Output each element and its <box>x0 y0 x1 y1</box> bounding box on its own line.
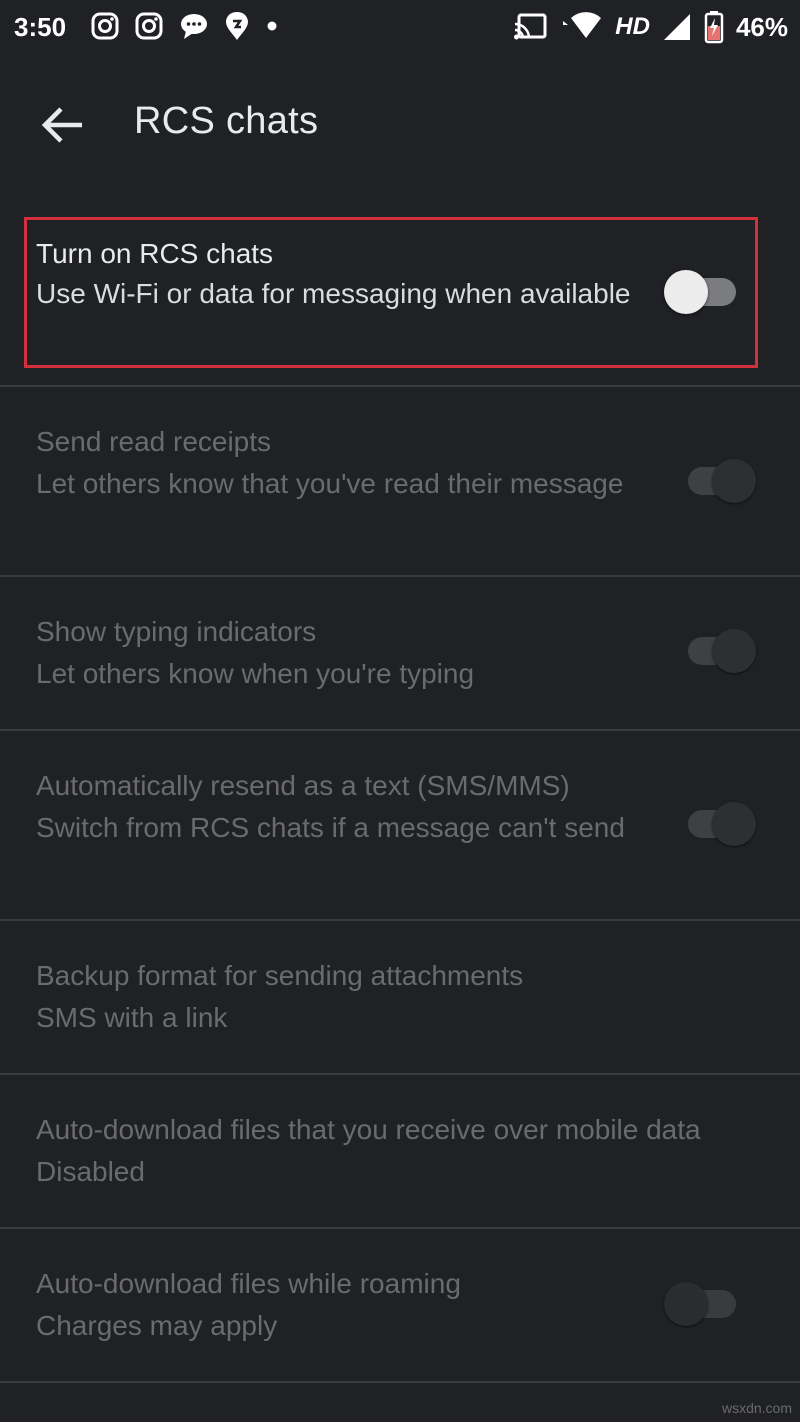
app-bar: RCS chats <box>0 56 800 196</box>
highlight-box <box>24 217 758 368</box>
page-title: RCS chats <box>134 100 319 142</box>
back-button[interactable] <box>36 102 88 148</box>
signal-icon <box>663 14 690 40</box>
arrow-back-icon <box>41 107 82 143</box>
setting-auto-download-mobile-data[interactable]: Auto-download files that you receive ove… <box>0 1075 800 1227</box>
setting-subtitle: Let others know when you're typing <box>36 658 475 689</box>
auto-resend-toggle[interactable] <box>684 800 760 846</box>
typing-indicators-toggle[interactable] <box>684 627 760 673</box>
cast-icon <box>514 13 547 40</box>
setting-title: Auto-download files that you receive ove… <box>36 1114 701 1145</box>
read-receipts-toggle[interactable] <box>684 457 760 503</box>
setting-title: Send read receipts <box>36 426 272 457</box>
watermark: wsxdn.com <box>721 1400 792 1416</box>
status-time: 3:50 <box>14 12 67 42</box>
setting-subtitle: Let others know that you've read their m… <box>36 468 624 499</box>
wifi-icon <box>563 12 602 39</box>
chat-bubble-icon <box>181 14 207 39</box>
setting-title: Auto-download files while roaming <box>36 1268 461 1299</box>
notification-dot-icon <box>267 21 277 31</box>
instagram-icon <box>91 12 119 40</box>
setting-show-typing-indicators[interactable]: Show typing indicators Let others know w… <box>0 577 800 729</box>
status-bar: 3:50 HD 46% <box>0 0 800 56</box>
swiggy-icon <box>226 12 248 40</box>
setting-subtitle: Switch from RCS chats if a message can't… <box>36 812 625 843</box>
setting-subtitle: Charges may apply <box>36 1310 278 1341</box>
setting-subtitle: SMS with a link <box>36 1002 228 1033</box>
setting-title: Show typing indicators <box>36 616 317 647</box>
setting-auto-resend-as-text[interactable]: Automatically resend as a text (SMS/MMS)… <box>0 731 800 919</box>
setting-subtitle: Disabled <box>36 1156 145 1187</box>
roaming-download-toggle[interactable] <box>664 1280 742 1326</box>
divider <box>0 1381 800 1383</box>
battery-percent: 46% <box>735 11 788 42</box>
setting-send-read-receipts[interactable]: Send read receipts Let others know that … <box>0 387 800 575</box>
setting-auto-download-roaming[interactable]: Auto-download files while roaming Charge… <box>0 1229 800 1381</box>
instagram-icon <box>135 12 163 40</box>
hd-indicator: HD <box>615 13 650 40</box>
battery-icon <box>704 11 724 44</box>
setting-title: Automatically resend as a text (SMS/MMS) <box>36 770 570 801</box>
setting-title: Backup format for sending attachments <box>36 960 524 991</box>
setting-backup-format[interactable]: Backup format for sending attachments SM… <box>0 921 800 1073</box>
